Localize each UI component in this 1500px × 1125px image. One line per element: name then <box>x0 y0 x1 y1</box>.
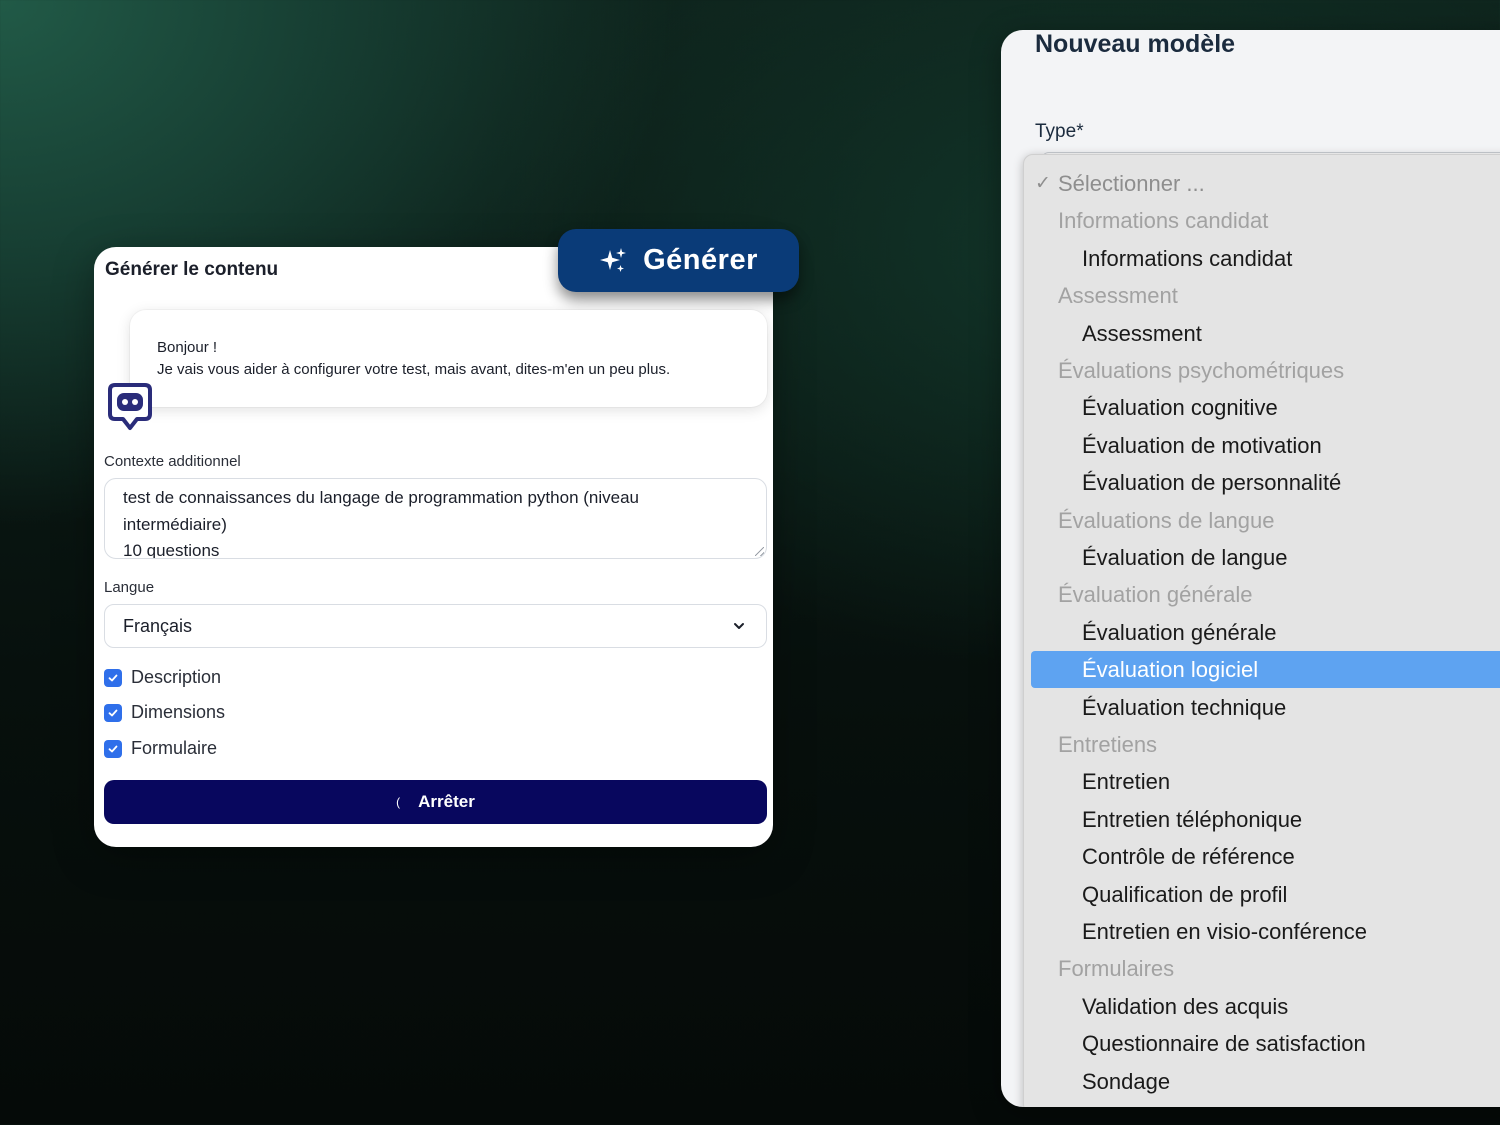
loading-spinner-icon: ( <box>396 795 401 809</box>
optgroup-evaluations-psychometriques: Évaluations psychométriques <box>1058 358 1345 383</box>
option-sondage[interactable]: Sondage <box>1024 1063 1500 1100</box>
context-textarea[interactable]: test de connaissances du langage de prog… <box>104 478 767 559</box>
option-assessment[interactable]: Assessment <box>1024 315 1500 352</box>
type-dropdown-list: ✓ Sélectionner ... Informations candidat… <box>1023 154 1500 1107</box>
option-evaluation-logiciel[interactable]: Évaluation logiciel <box>1031 651 1500 689</box>
context-label: Contexte additionnel <box>104 453 241 470</box>
stop-button[interactable]: ( Arrêter <box>104 780 767 824</box>
resize-handle-icon[interactable] <box>755 547 764 556</box>
context-text-line: 10 questions <box>123 541 220 559</box>
assistant-greeting: Bonjour ! <box>157 339 218 356</box>
context-text-line: intermédiaire) <box>123 514 227 534</box>
optgroup-formulaires: Formulaires <box>1058 956 1175 982</box>
checkbox-formulaire[interactable]: Formulaire <box>104 738 217 759</box>
generate-content-card: Générer le contenu Générer Bonjour ! Je … <box>94 229 799 847</box>
option-controle-de-reference[interactable]: Contrôle de référence <box>1024 838 1500 875</box>
generate-button[interactable]: Générer <box>558 229 799 292</box>
checkbox-checked-icon[interactable] <box>104 703 122 722</box>
assistant-message-bubble: Bonjour ! Je vais vous aider à configure… <box>130 310 767 407</box>
option-informations-candidat[interactable]: Informations candidat <box>1024 240 1500 277</box>
sparkle-icon <box>600 247 627 272</box>
checkbox-label: Dimensions <box>131 702 226 722</box>
option-evaluation-cognitive[interactable]: Évaluation cognitive <box>1024 389 1500 426</box>
chevron-down-icon <box>734 623 744 629</box>
new-model-panel: Nouveau modèle Type* ✓ Sélectionner ... … <box>1001 30 1500 1107</box>
optgroup-assessment: Assessment <box>1058 283 1178 309</box>
robot-icon <box>108 383 152 430</box>
checkmark-icon: ✓ <box>1035 173 1051 194</box>
assistant-message: Je vais vous aider à configurer votre te… <box>157 361 671 378</box>
option-evaluation-de-personnalite[interactable]: Évaluation de personnalité <box>1024 464 1500 501</box>
optgroup-informations-candidat: Informations candidat <box>1058 208 1269 234</box>
context-text-line: test de connaissances du langage de prog… <box>123 488 640 507</box>
checkbox-label: Description <box>131 667 222 687</box>
option-entretien-telephonique[interactable]: Entretien téléphonique <box>1024 801 1500 838</box>
language-label: Langue <box>104 579 155 596</box>
option-qualification-de-profil[interactable]: Qualification de profil <box>1024 876 1500 913</box>
option-entretien[interactable]: Entretien <box>1024 763 1500 800</box>
optgroup-evaluation-generale: Évaluation générale <box>1058 582 1253 608</box>
option-entretien-en-visio-conference[interactable]: Entretien en visio-conférence <box>1024 913 1500 950</box>
option-label: Sélectionner ... <box>1058 171 1205 196</box>
optgroup-evaluations-de-langue: Évaluations de langue <box>1058 507 1275 533</box>
checkbox-checked-icon[interactable] <box>104 739 122 758</box>
stop-button-label: Arrêter <box>418 792 475 811</box>
checkbox-dimensions[interactable]: Dimensions <box>104 702 225 723</box>
optgroup-entretiens: Entretiens <box>1058 732 1158 757</box>
dropdown-placeholder-option[interactable]: ✓ Sélectionner ... <box>1024 165 1500 202</box>
language-select[interactable]: Français <box>104 604 767 648</box>
option-evaluation-technique[interactable]: Évaluation technique <box>1024 689 1500 726</box>
language-value: Français <box>123 615 193 636</box>
generate-button-label: Générer <box>643 244 758 276</box>
checkbox-label: Formulaire <box>131 738 218 758</box>
option-evaluation-de-langue[interactable]: Évaluation de langue <box>1024 539 1500 576</box>
checkbox-description[interactable]: Description <box>104 667 221 688</box>
option-validation-des-acquis[interactable]: Validation des acquis <box>1024 988 1500 1025</box>
option-evaluation-generale[interactable]: Évaluation générale <box>1024 614 1500 651</box>
type-label: Type* <box>1035 121 1084 142</box>
panel-title: Nouveau modèle <box>1035 30 1236 58</box>
option-evaluation-de-motivation[interactable]: Évaluation de motivation <box>1024 427 1500 464</box>
card-title: Générer le contenu <box>105 259 279 280</box>
option-questionnaire-de-satisfaction[interactable]: Questionnaire de satisfaction <box>1024 1025 1500 1062</box>
checkbox-checked-icon[interactable] <box>104 668 122 687</box>
